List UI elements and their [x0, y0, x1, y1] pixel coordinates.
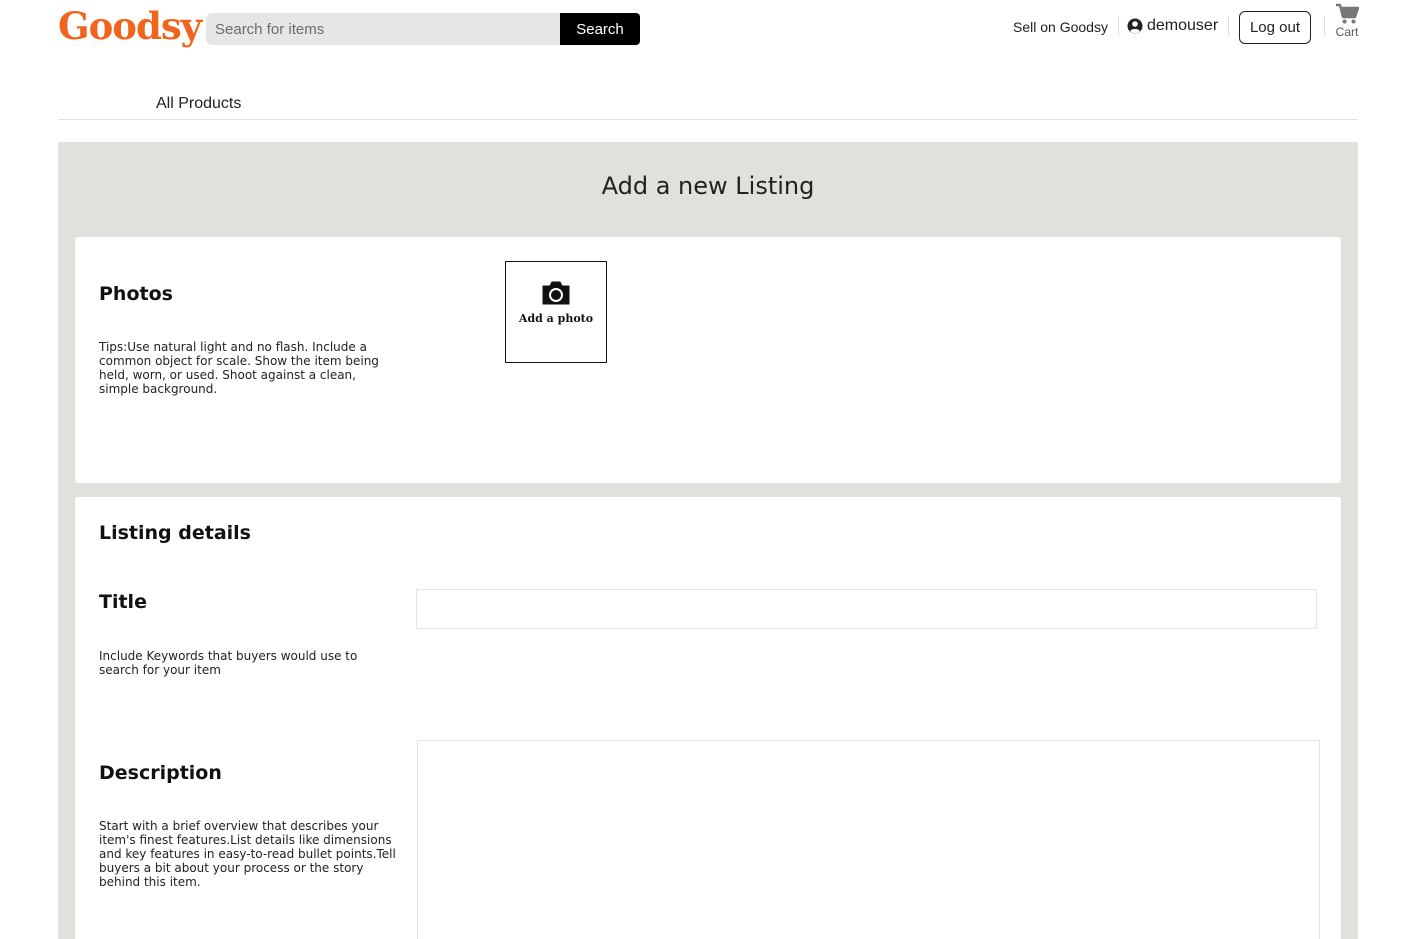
page-title: Add a new Listing	[601, 172, 815, 200]
description-label: Description	[99, 762, 222, 784]
user-circle-icon	[1127, 18, 1143, 34]
title-help: Include Keywords that buyers would use t…	[99, 649, 358, 677]
add-photo-label: Add a photo	[518, 312, 594, 325]
title-input[interactable]	[416, 589, 1317, 629]
nav-divider	[58, 119, 1358, 120]
cart-label: Cart	[1335, 25, 1359, 39]
description-help: Start with a brief overview that describ…	[99, 819, 396, 889]
header-divider	[1118, 16, 1119, 35]
user-menu[interactable]: demouser	[1127, 17, 1218, 35]
description-textarea[interactable]	[417, 740, 1320, 939]
search-button[interactable]: Search	[560, 13, 640, 45]
listing-details-section: Listing details Title Include Keywords t…	[75, 497, 1341, 939]
photos-section: Photos Tips:Use natural light and no fla…	[75, 237, 1341, 483]
nav-all-products[interactable]: All Products	[156, 95, 241, 113]
cart-icon	[1336, 3, 1359, 24]
search-input[interactable]	[206, 13, 560, 45]
logo[interactable]: Goodsy	[58, 4, 202, 48]
photos-heading: Photos	[99, 283, 173, 305]
listing-details-heading: Listing details	[99, 522, 251, 544]
header-divider	[1324, 16, 1325, 35]
camera-icon	[542, 281, 570, 305]
sell-link[interactable]: Sell on Goodsy	[1013, 19, 1108, 35]
search-bar: Search	[206, 13, 640, 45]
title-label: Title	[99, 591, 147, 613]
listing-form-panel: Add a new Listing Photos Tips:Use natura…	[58, 142, 1358, 939]
username: demouser	[1147, 17, 1219, 34]
cart-button[interactable]: Cart	[1334, 3, 1360, 39]
add-photo-button[interactable]: Add a photo	[505, 261, 607, 363]
photos-tips: Tips:Use natural light and no flash. Inc…	[99, 340, 379, 396]
logout-button[interactable]: Log out	[1239, 11, 1311, 44]
header-divider	[1228, 16, 1229, 35]
